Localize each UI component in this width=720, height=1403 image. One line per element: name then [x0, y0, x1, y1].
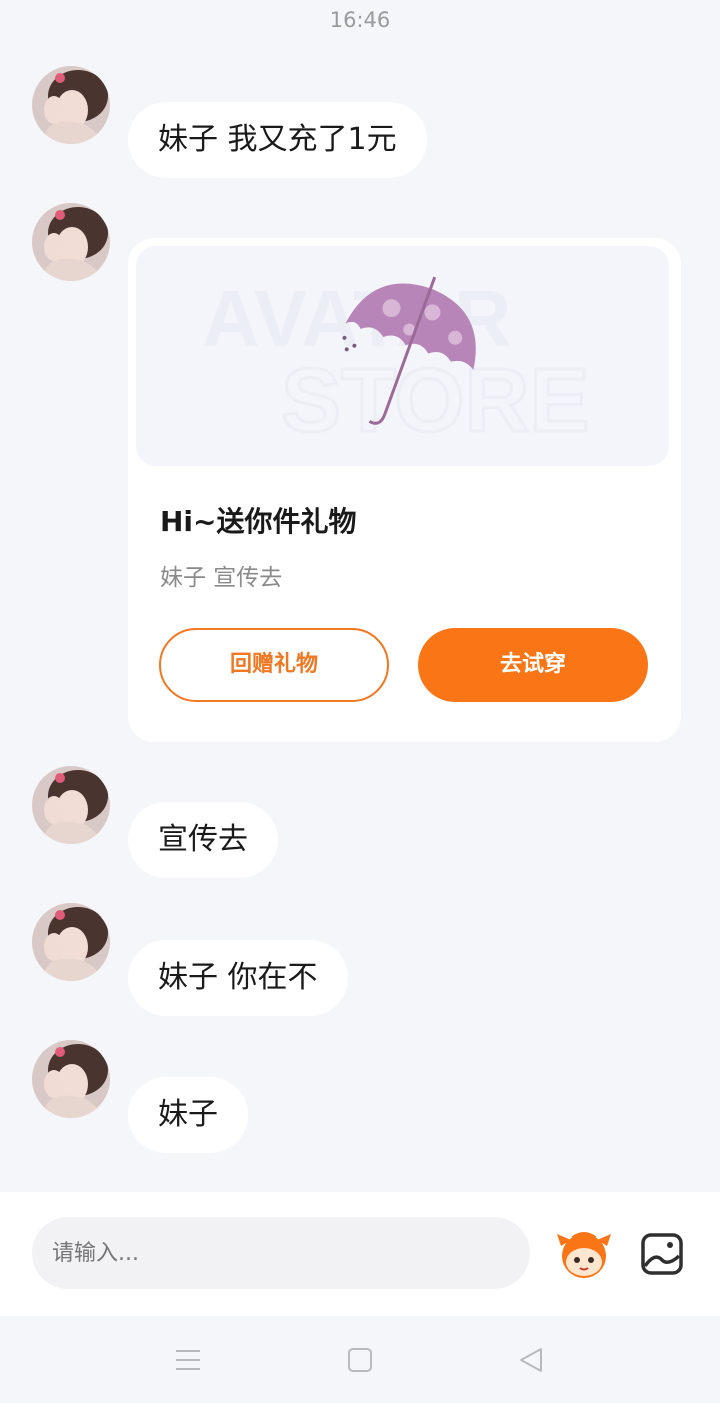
- message-bubble[interactable]: 宣传去: [128, 802, 278, 878]
- gift-card-title: Hi~送你件礼物: [160, 505, 357, 538]
- avatar[interactable]: [32, 66, 110, 144]
- gift-card-subtitle: 妹子 宣传去: [160, 565, 283, 591]
- avatar-photo: [32, 1040, 110, 1118]
- back-triangle-icon[interactable]: [517, 1346, 545, 1374]
- avatar-photo: [32, 766, 110, 844]
- menu-icon[interactable]: [174, 1348, 202, 1372]
- avatar-photo: [32, 203, 110, 281]
- avatar-photo: [32, 66, 110, 144]
- avatar-photo: [32, 903, 110, 981]
- message-bubble[interactable]: 妹子: [128, 1077, 248, 1153]
- image-picker-icon[interactable]: [640, 1232, 684, 1276]
- avatar[interactable]: [32, 1040, 110, 1118]
- message-input[interactable]: [32, 1217, 530, 1289]
- avatar[interactable]: [32, 766, 110, 844]
- message-bubble[interactable]: 妹子 我又充了1元: [128, 102, 427, 178]
- gift-preview-image[interactable]: AVATAR STORE: [136, 246, 669, 466]
- try-on-button[interactable]: 去试穿: [418, 628, 648, 702]
- avatar[interactable]: [32, 903, 110, 981]
- return-gift-button[interactable]: 回赠礼物: [159, 628, 389, 702]
- mascot-emoji-icon[interactable]: [555, 1224, 613, 1282]
- message-bubble[interactable]: 妹子 你在不: [128, 940, 348, 1016]
- avatar[interactable]: [32, 203, 110, 281]
- composer-bar: [0, 1192, 720, 1316]
- gift-card: AVATAR STORE Hi~送你件礼物 妹子 宣传去 回赠礼物 去试穿: [128, 238, 681, 742]
- status-time: 16:46: [329, 8, 391, 32]
- home-square-icon[interactable]: [347, 1347, 373, 1373]
- system-nav-bar: [0, 1316, 720, 1403]
- umbrella-gift-image: AVATAR STORE: [202, 274, 591, 453]
- watermark-store: STORE: [281, 351, 589, 451]
